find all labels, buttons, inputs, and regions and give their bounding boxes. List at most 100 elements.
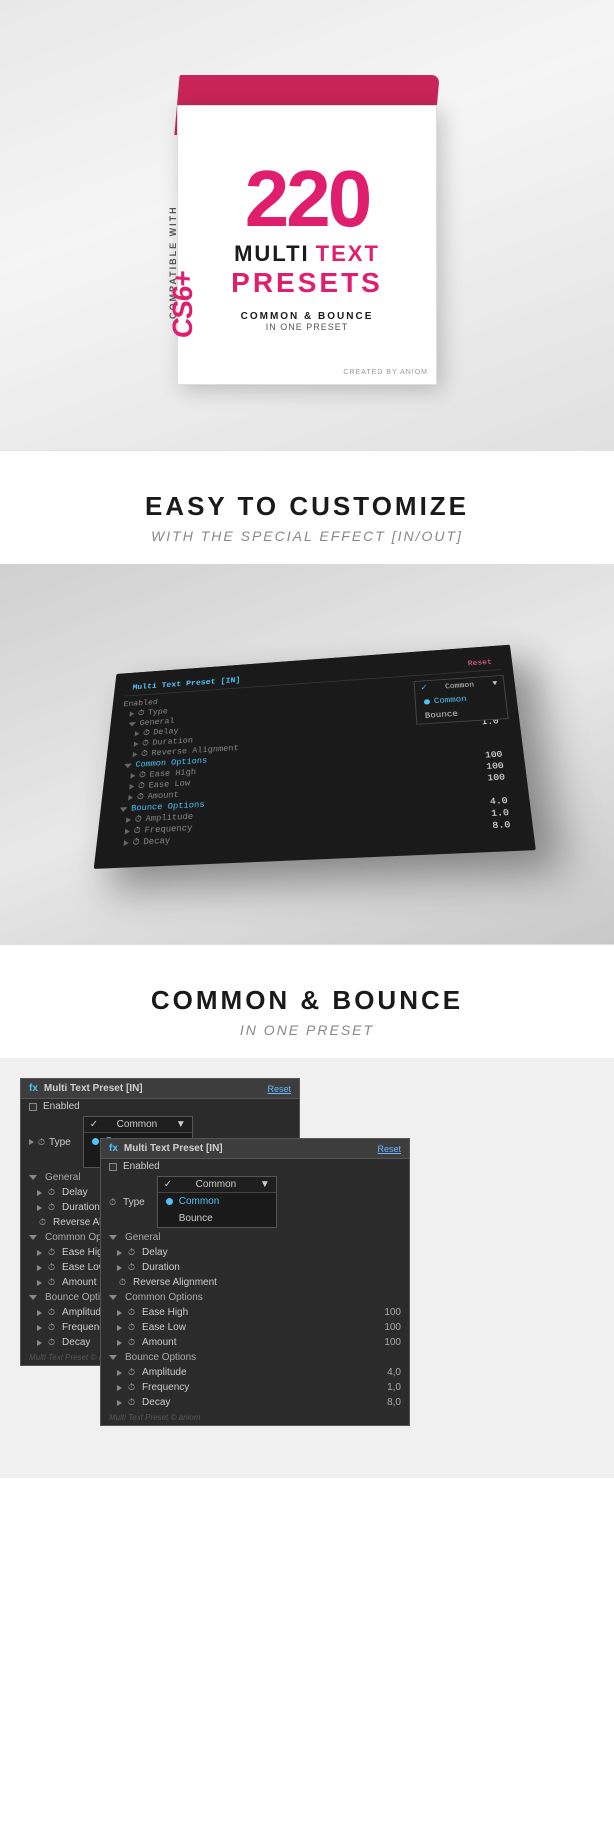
ae-panel-1-header: fx Multi Text Preset [IN] Reset [21,1079,299,1099]
arrow-bounce-opts [119,807,127,812]
type-dropdown-selector[interactable]: ✓ Common ▼ [84,1117,192,1133]
common-bounce-subtitle: IN ONE PRESET [20,1022,594,1038]
easy-customize-title: EASY TO CUSTOMIZE [20,491,594,522]
multi-text-line: MULTI TEXT [234,241,380,267]
arrow-frequency [125,829,130,835]
number-220: 220 [245,159,369,239]
arrow-freq-p2 [117,1385,122,1391]
arrow-delay [135,731,140,736]
val-decay: 8.0 [492,820,520,831]
dd-arrow-p2: ▼ [260,1179,270,1190]
ae-panel-1-reset[interactable]: Reset [267,1084,291,1094]
option-bounce-p2: Bounce [179,1213,213,1224]
arrow-bounce-opts-p1 [29,1295,37,1300]
common-bounce-label: COMMON & BOUNCE [241,311,374,322]
label-common-opts-p2: Common Options [125,1292,203,1303]
option-common-p2: Common [179,1196,220,1207]
label-type: Type [148,707,169,717]
dropdown-val-p1: Common [117,1119,158,1130]
clock-duration: ⏱ [142,739,149,748]
clock-decay-p2: ⏱ [128,1397,135,1408]
clock-type: ⏱ [137,709,144,718]
clock-decay: ⏱ [132,838,140,848]
ae-row-ease-high-p2: ⏱ Ease High 100 [101,1305,409,1320]
easy-to-customize-section: EASY TO CUSTOMIZE WITH THE SPECIAL EFFEC… [0,451,614,564]
arrow-amp-p1 [37,1310,42,1316]
clock-easel-p2: ⏱ [128,1322,135,1333]
clock-dur-p2: ⏱ [128,1262,135,1273]
arrow-dur-p1 [37,1205,42,1211]
clock-decay-p1: ⏱ [48,1337,55,1348]
clock-type-p1: ⏱ [38,1137,45,1148]
clock-delay: ⏱ [143,729,150,738]
clock-ease-low: ⏱ [138,781,146,790]
label-rev-p2: Reverse Alignment [133,1277,217,1288]
panel-3d-dropdown-check: ✓ [421,683,428,694]
label-dur-p2: Duration [142,1262,180,1273]
type-dropdown-p2[interactable]: ✓ Common ▼ [158,1177,276,1193]
label-general-p1: General [45,1172,81,1183]
clock-easeh-p2: ⏱ [128,1307,135,1318]
ae-panel-2-title: Multi Text Preset [IN] [124,1143,223,1154]
clock-type-p2: ⏱ [109,1197,116,1208]
enabled-checkbox[interactable] [29,1103,37,1111]
clock-rev-p2: ⏱ [119,1277,126,1288]
clock-freq-p2: ⏱ [128,1382,135,1393]
clock-amount: ⏱ [137,792,145,802]
ae-row-delay-p2: ⏱ Delay [101,1245,409,1260]
label-freq-p2: Frequency [142,1382,189,1393]
arrow-decay [124,840,129,846]
val-amplitude: 4.0 [490,796,517,807]
ae-panel-2: fx Multi Text Preset [IN] Reset Enabled … [100,1138,410,1426]
arrow-duration [134,741,139,746]
panel-3d-dropdown-selected: Common [445,681,475,691]
label-easel-p2: Ease Low [142,1322,186,1333]
label-bounce-opts-p2: Bounce Options [125,1352,196,1363]
ae-row-common-opts-p2: Common Options [101,1290,409,1305]
arrow-type-p1 [29,1139,34,1145]
arrow-amount-p2 [117,1340,122,1346]
ae-panel-1-fx-label: fx [29,1083,38,1094]
ae-panel-2-fx-label: fx [109,1143,118,1154]
ae-row-reverse-p2: ⏱ Reverse Alignment [101,1275,409,1290]
ae-row-general-p2: General [101,1230,409,1245]
ae-panel-3d: Multi Text Preset [IN] Reset ✓ Common ▼ … [94,645,536,869]
arrow-general [128,722,136,727]
label-decay-p2: Decay [142,1397,170,1408]
in-one-preset-label: IN ONE PRESET [266,322,349,332]
label-type-p1: Type [49,1137,71,1148]
ae-panel-2-footer: Multi Text Preset © aniom [101,1410,409,1425]
dropdown-arrow-p1: ▼ [176,1119,186,1130]
label-delay: Delay [153,727,179,737]
arrow-easel-p1 [37,1265,42,1271]
panel-3d-reset[interactable]: Reset [467,658,492,667]
ae-row-type-p2: ⏱ Type ✓ Common ▼ Common Bounce [101,1174,409,1230]
clock-amount-p1: ⏱ [48,1277,55,1288]
product-box-section: 220 MULTI TEXT PRESETS COMMON & BOUNCE I… [0,0,614,450]
arrow-bounce-opts-p2 [109,1355,117,1360]
arrow-easeh-p2 [117,1310,122,1316]
active-dot-p1 [92,1138,99,1145]
ae-row-decay-p2: ⏱ Decay 8,0 [101,1395,409,1410]
label-type-p2: Type [123,1197,145,1208]
label-delay-p2: Delay [142,1247,168,1258]
enabled-label: Enabled [43,1101,80,1112]
val-amount-p2: 100 [384,1337,401,1348]
arrow-amount-p1 [37,1280,42,1286]
arrow-common-opts-p2 [109,1295,117,1300]
arrow-common-opts-p1 [29,1235,37,1240]
common-bounce-title: COMMON & BOUNCE [20,985,594,1016]
ae-panel-2-header: fx Multi Text Preset [IN] Reset [101,1139,409,1159]
arrow-common-opts [124,763,132,768]
ae-panel-1-title: Multi Text Preset [IN] [44,1083,143,1094]
clock-dur-p1: ⏱ [48,1202,55,1213]
ae-panel-2-reset[interactable]: Reset [377,1144,401,1154]
dd-option-common-p2[interactable]: Common [158,1193,276,1210]
clock-delay-p2: ⏱ [128,1247,135,1258]
enabled-checkbox-p2[interactable] [109,1163,117,1171]
box-front-face: 220 MULTI TEXT PRESETS COMMON & BOUNCE I… [177,105,437,385]
created-by-label: CREATED BY ANIOM [343,369,428,376]
ae-row-ease-low-p2: ⏱ Ease Low 100 [101,1320,409,1335]
label-decay-p1: Decay [62,1337,90,1348]
dd-option-bounce-p2[interactable]: Bounce [158,1210,276,1227]
